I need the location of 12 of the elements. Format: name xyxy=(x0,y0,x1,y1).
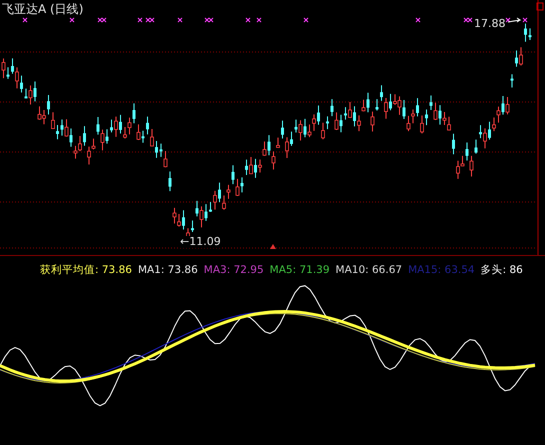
indicator-value: MA15: 63.54 xyxy=(408,264,475,276)
chart-title: 飞亚达A (日线) xyxy=(2,1,84,18)
arrow-icon xyxy=(508,18,522,22)
indicator-value: 多头: 86 xyxy=(480,262,523,276)
indicator-value: 获利平均值: 73.86 xyxy=(40,262,132,276)
indicator-value: MA5: 71.39 xyxy=(270,264,330,276)
price-label: ←11.09 xyxy=(180,236,221,248)
price-label: 17.88 xyxy=(474,17,506,30)
signal-arrow-icon xyxy=(270,244,276,249)
indicator-value: MA10: 66.67 xyxy=(336,264,402,276)
indicator-value: MA3: 72.95 xyxy=(204,264,264,276)
indicator-value: MA1: 73.86 xyxy=(138,264,198,276)
